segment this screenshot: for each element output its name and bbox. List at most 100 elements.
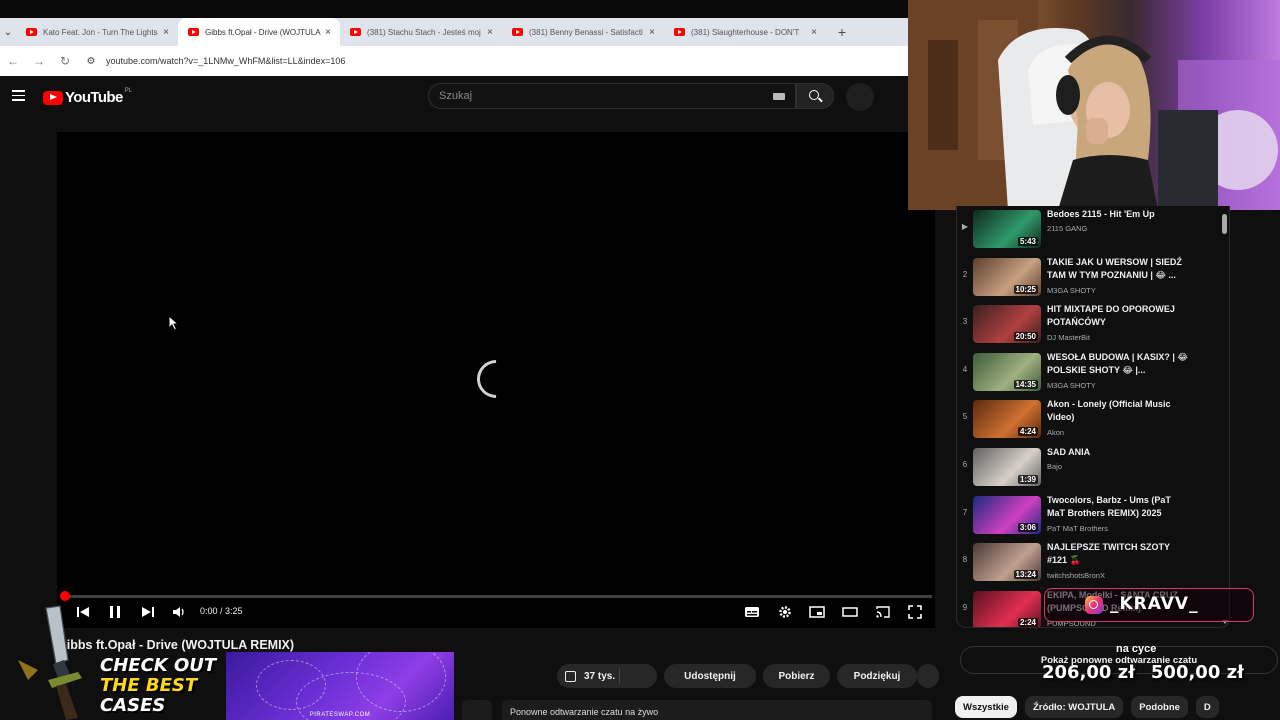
playlist-item[interactable]: ▶ 5:43 Bedoes 2115 - Hit 'Em Up 2115 GANG	[957, 208, 1229, 254]
playlist-item-thumbnail[interactable]: 3:06	[973, 495, 1041, 534]
playlist-item-channel[interactable]: M3GA SHOTY	[1047, 381, 1096, 390]
webcam-feed	[908, 0, 1280, 210]
playlist-item-title[interactable]: HIT MIXTAPE DO OPOROWEJ POTAŃCÓWY	[1047, 303, 1189, 329]
playlist-item-channel[interactable]: PaT MaT Brothers	[1047, 524, 1108, 533]
playlist-item-channel[interactable]: DJ MasterBit	[1047, 333, 1090, 342]
playlist-item[interactable]: 7 3:06 Twocolors, Barbz - Ums (PaT MaT Bro…	[957, 494, 1229, 540]
menu-icon[interactable]	[12, 90, 25, 101]
live-chat-replay-bar[interactable]: Ponowne odtwarzanie czatu na żywo	[502, 700, 932, 720]
filter-chip[interactable]: Podobne	[1131, 696, 1188, 718]
playlist-item-index: 4	[962, 364, 968, 374]
browser-tab-active[interactable]: Gibbs ft.Opał - Drive (WOJTULA ×	[178, 18, 340, 46]
playlist-item-title[interactable]: TAKIE JAK U WERSOW | SIEDŹ TAM W TYM POZ…	[1047, 256, 1189, 282]
filter-chip[interactable]: Wszystkie	[955, 696, 1017, 718]
search-button[interactable]	[796, 83, 834, 109]
progress-bar[interactable]	[64, 595, 932, 598]
playlist-item-title[interactable]: Twocolors, Barbz - Ums (PaT MaT Brothers…	[1047, 494, 1189, 520]
like-button[interactable]: 37 tys.	[557, 664, 657, 688]
playlist-item-thumbnail[interactable]: 1:39	[973, 448, 1041, 486]
video-player[interactable]	[57, 132, 935, 628]
filter-chip[interactable]: D	[1195, 696, 1219, 718]
playlist-item-index: 7	[962, 507, 968, 517]
playlist-item-thumbnail[interactable]: 2:24	[973, 590, 1041, 627]
playlist-item-channel[interactable]: 2115 GANG	[1047, 224, 1087, 233]
cast-icon[interactable]	[875, 605, 891, 619]
tab-title: Kato Feat. Jon - Turn The Lights	[43, 27, 158, 37]
playlist-item-duration: 13:24	[1013, 570, 1038, 580]
webcam-image	[908, 0, 1280, 210]
pause-icon[interactable]	[107, 605, 123, 619]
youtube-favicon-icon	[512, 28, 523, 36]
playlist-item-thumbnail[interactable]: 5:43	[973, 210, 1041, 248]
tab-title: (381) Stachu Stach - Jesteś moj	[367, 27, 481, 37]
playlist-item-thumbnail[interactable]: 4:24	[973, 400, 1041, 439]
playlist-item-index: 9	[962, 602, 968, 612]
volume-icon[interactable]	[171, 605, 187, 619]
playlist-item[interactable]: 4 14:35 WESOŁA BUDOWA | KASIX? | 😂 POLSKIE…	[957, 351, 1229, 397]
tab-close-icon[interactable]: ×	[322, 27, 334, 38]
tab-close-icon[interactable]: ×	[646, 27, 658, 38]
share-button[interactable]: Udostępnij	[664, 664, 756, 688]
playlist-item-title[interactable]: Akon - Lonely (Official Music Video)	[1047, 398, 1189, 424]
mouse-cursor-icon	[168, 315, 180, 331]
subtitles-icon[interactable]	[744, 605, 760, 619]
playlist-item-thumbnail[interactable]: 13:24	[973, 543, 1041, 582]
tab-list-chevron-icon[interactable]: ⌄	[0, 27, 16, 38]
playlist-scrollbar[interactable]	[1222, 214, 1227, 234]
browser-tab[interactable]: (381) Benny Benassi - Satisfacti ×	[502, 18, 664, 46]
tab-title: Gibbs ft.Opał - Drive (WOJTULA	[205, 27, 321, 37]
keyboard-icon[interactable]	[773, 93, 785, 100]
promo-banner: PIRATESWAP.COM	[226, 652, 454, 720]
download-button[interactable]: Pobierz	[763, 664, 830, 688]
playlist-item-thumbnail[interactable]: 20:50	[973, 305, 1041, 344]
playlist-item[interactable]: 5 4:24 Akon - Lonely (Official Music Video…	[957, 398, 1229, 444]
youtube-logo[interactable]: YouTube PL	[43, 87, 133, 106]
browser-tab[interactable]: (381) Stachu Stach - Jesteś moj ×	[340, 18, 502, 46]
playlist-item-title[interactable]: WESOŁA BUDOWA | KASIX? | 😂 POLSKIE SHOTY…	[1047, 351, 1189, 377]
thanks-button[interactable]: Podziękuj	[837, 664, 917, 688]
settings-gear-icon[interactable]	[777, 605, 793, 619]
back-button[interactable]: ←	[0, 54, 26, 68]
browser-tab[interactable]: Kato Feat. Jon - Turn The Lights ×	[16, 18, 178, 46]
tab-title: (381) Slaughterhouse - DON'T	[691, 27, 800, 37]
loading-spinner-icon	[469, 352, 523, 406]
miniplayer-icon[interactable]	[809, 605, 825, 619]
playlist-item-thumbnail[interactable]: 10:25	[973, 257, 1041, 296]
playlist-item-channel[interactable]: Akon	[1047, 428, 1064, 437]
search-icon	[809, 90, 819, 100]
playlist-item-index: 3	[962, 317, 968, 327]
playlist-item-channel[interactable]: M3GA SHOTY	[1047, 286, 1096, 295]
avatar[interactable]	[846, 83, 874, 111]
playlist-item-index: 8	[962, 555, 968, 565]
playlist-item[interactable]: 2 10:25 TAKIE JAK U WERSOW | SIEDŹ TAM W T…	[957, 256, 1229, 302]
filter-chip[interactable]: Źródło: WOJTULA	[1024, 696, 1124, 718]
playlist-item-thumbnail[interactable]: 14:35	[973, 352, 1041, 391]
url-field[interactable]: youtube.com/watch?v=_1LNMw_WhFM&list=LL&…	[106, 56, 345, 66]
playlist-item-title[interactable]: NAJLEPSZE TWITCH SZOTY #121 🍒	[1047, 541, 1189, 567]
playlist-item[interactable]: 6 1:39 SAD ANIA Bajo	[957, 446, 1229, 492]
playlist-item-index: 5	[962, 412, 968, 422]
fullscreen-icon[interactable]	[907, 605, 923, 619]
more-actions-button[interactable]	[917, 664, 939, 688]
reload-button[interactable]: ↻	[52, 54, 78, 68]
forward-button[interactable]: →	[26, 54, 52, 68]
site-info-icon[interactable]: ⚙	[78, 56, 104, 67]
browser-tab-bar: ⌄ Kato Feat. Jon - Turn The Lights × Gib…	[0, 18, 908, 46]
theater-mode-icon[interactable]	[842, 605, 858, 619]
playlist-item-channel[interactable]: Bajo	[1047, 462, 1062, 471]
tab-close-icon[interactable]: ×	[484, 27, 496, 38]
playlist-item-index: ▶	[961, 222, 969, 231]
new-tab-button[interactable]: +	[832, 24, 852, 40]
tab-close-icon[interactable]: ×	[160, 27, 172, 38]
playlist-item-channel[interactable]: twitchshotsBronX	[1047, 571, 1105, 580]
playlist-item[interactable]: 3 20:50 HIT MIXTAPE DO OPOROWEJ POTAŃCÓWY D…	[957, 303, 1229, 349]
playlist-item[interactable]: 8 13:24 NAJLEPSZE TWITCH SZOTY #121 🍒 twitc…	[957, 541, 1229, 587]
promo-site: PIRATESWAP.COM	[309, 712, 371, 718]
playlist-item-title[interactable]: SAD ANIA	[1047, 446, 1189, 459]
tab-close-icon[interactable]: ×	[808, 27, 820, 38]
browser-tab[interactable]: (381) Slaughterhouse - DON'T ×	[664, 18, 826, 46]
next-icon[interactable]	[140, 605, 156, 619]
search-input[interactable]: Szukaj	[428, 83, 796, 109]
playlist-item-title[interactable]: Bedoes 2115 - Hit 'Em Up	[1047, 208, 1189, 221]
country-code: PL	[124, 87, 133, 94]
